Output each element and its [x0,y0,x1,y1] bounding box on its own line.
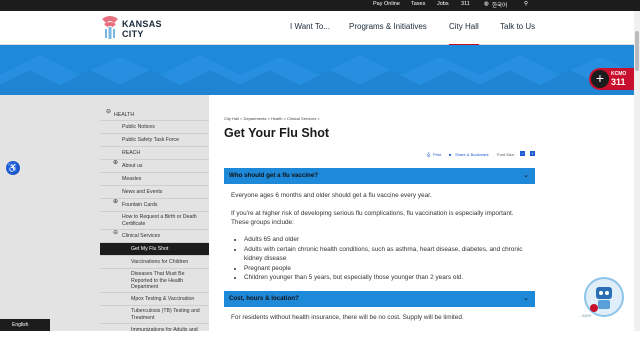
sidebar-item-tuberculosis[interactable]: Tuberculosis (TB) Testing and Treatment [100,306,209,324]
sidebar-item-label: Diseases That Must Be Reported to the He… [131,271,185,290]
pay-online-link[interactable]: Pay Online [373,1,400,7]
sidebar-item-mpox[interactable]: Mpox Testing & Vaccination [100,293,209,306]
language-button[interactable]: English [0,319,50,331]
list-item: Children younger than 5 years, but espec… [244,273,534,283]
kcmo-311-label: 311 [611,77,626,87]
311-link[interactable]: 311 [461,1,470,7]
font-size-increase-button[interactable]: + [530,151,535,156]
sidebar-item-news-events[interactable]: News and Events [100,186,209,199]
intro-paragraph: Everyone ages 6 months and older should … [231,192,432,199]
sidebar-item-health[interactable]: ⊖ HEALTH [100,109,209,121]
sidebar-item-label: Tuberculosis (TB) Testing and Treatment [131,308,200,321]
chat-provider-label: ...ware [578,313,592,318]
chatbot-robot-icon[interactable] [584,277,624,317]
font-size-label: Font Size: [497,152,516,157]
fountain-logo-icon [102,16,118,39]
high-risk-groups-list: Adults 65 and older Adults with certain … [244,235,534,283]
print-link[interactable]: Print [433,152,441,157]
sidebar-item-about-us[interactable]: ⊕ About us [100,160,209,173]
accordion-label: Who should get a flu vaccine? [229,172,319,179]
sidebar-item-label: Fountain Cards [122,202,158,208]
sidebar-item-reach[interactable]: REACH [100,147,209,160]
kcmo-311-button[interactable]: + KCMO 311 [589,68,635,90]
sidebar-item-public-notices[interactable]: Public Notices [100,121,209,134]
sidebar-item-label: HEALTH [114,112,135,118]
sidebar-item-label: Clinical Services [122,233,161,239]
sidebar-item-clinical-services[interactable]: ⊖ Clinical Services [100,230,209,243]
sidebar-item-reportable-diseases[interactable]: Diseases That Must Be Reported to the He… [100,269,209,293]
site-header: KANSAS CITY I Want To... Programs & Init… [0,11,640,46]
sidebar-item-label: About us [122,163,143,169]
kansas-city-logo[interactable]: KANSAS CITY [100,15,162,41]
sidebar-item-label: Public Safety Task Force [122,137,179,143]
sidebar-item-vaccinations-children[interactable]: Vaccinations for Children [100,256,209,269]
sidebar-item-label: How to Request a Birth or Death Certific… [122,214,197,227]
share-icon[interactable]: ■ [449,152,451,157]
collapse-icon[interactable]: ⊖ [113,230,118,237]
taxes-link[interactable]: Taxes [411,1,425,7]
sidebar-item-measles[interactable]: Measles [100,173,209,186]
sidebar-item-label: REACH [122,150,141,156]
chevron-down-icon[interactable]: ⌄ [523,171,529,179]
page-title: Get Your Flu Shot [224,126,330,140]
print-icon[interactable]: ⎙ [427,152,430,157]
sidebar-item-fountain-cards[interactable]: ⊕ Fountain Cards [100,199,209,212]
utility-bar: Pay Online Taxes Jobs 311 ◍ 한국어 ⚲ [0,0,640,11]
page-scrollbar[interactable] [634,11,640,331]
accordion-cost-hours-location[interactable]: Cost, hours & location? ⌄ [224,291,535,307]
robot-graphic [590,287,612,312]
translate-globe-icon[interactable]: ◍ [484,1,489,7]
list-item: Adults with certain chronic health condi… [244,245,534,264]
sidebar-item-label: Immunizations for Adults and [131,327,198,333]
language-selector[interactable]: 한국어 [492,1,507,9]
logo-text-kansas: KANSAS [122,19,162,29]
list-item: Pregnant people [244,264,534,274]
accessibility-icon[interactable]: ♿ [6,161,20,175]
sidebar-item-public-safety[interactable]: Public Safety Task Force [100,134,209,147]
scrollbar-thumb[interactable] [635,31,639,71]
sidebar-item-label: Measles [122,176,142,182]
hero-banner [0,45,640,95]
expand-icon[interactable]: ⊕ [113,160,118,167]
list-item: Adults 65 and older [244,235,534,245]
sidebar-item-label: Vaccinations for Children [131,259,189,265]
expand-icon[interactable]: ⊕ [113,199,118,206]
sidebar-item-label: Mpox Testing & Vaccination [131,296,195,302]
jobs-link[interactable]: Jobs [437,1,449,7]
sidebar-item-label: News and Events [122,189,163,195]
sidebar-item-get-my-flu-shot[interactable]: Get My Flu Shot [100,243,209,256]
chevron-down-icon[interactable]: ⌄ [523,294,529,302]
hero-pattern-graphic [0,45,640,95]
cost-paragraph: For residents without health insurance, … [231,314,464,321]
nav-talk-to-us[interactable]: Talk to Us [500,22,535,31]
nav-city-hall[interactable]: City Hall [449,22,479,31]
sidebar-item-label: Public Notices [122,124,155,130]
nav-programs-initiatives[interactable]: Programs & Initiatives [349,22,427,31]
sidebar-item-birth-death-certificate[interactable]: How to Request a Birth or Death Certific… [100,212,209,230]
accordion-label: Cost, hours & location? [229,295,299,302]
font-size-decrease-button[interactable]: − [520,151,525,156]
sidebar-item-label: Get My Flu Shot [131,246,169,252]
search-icon[interactable]: ⚲ [524,1,528,7]
collapse-icon[interactable]: ⊖ [106,109,111,116]
share-bookmark-link[interactable]: Share & Bookmark [455,152,489,157]
high-risk-paragraph: If you're at higher risk of developing s… [231,210,514,226]
plus-icon: + [591,70,609,88]
breadcrumb[interactable]: City Hall > Departments > Health > Clini… [224,116,320,121]
accordion-who-should-get-vaccine[interactable]: Who should get a flu vaccine? ⌄ [224,168,535,184]
nav-i-want-to[interactable]: I Want To... [290,22,330,31]
logo-text-city: CITY [122,29,144,39]
